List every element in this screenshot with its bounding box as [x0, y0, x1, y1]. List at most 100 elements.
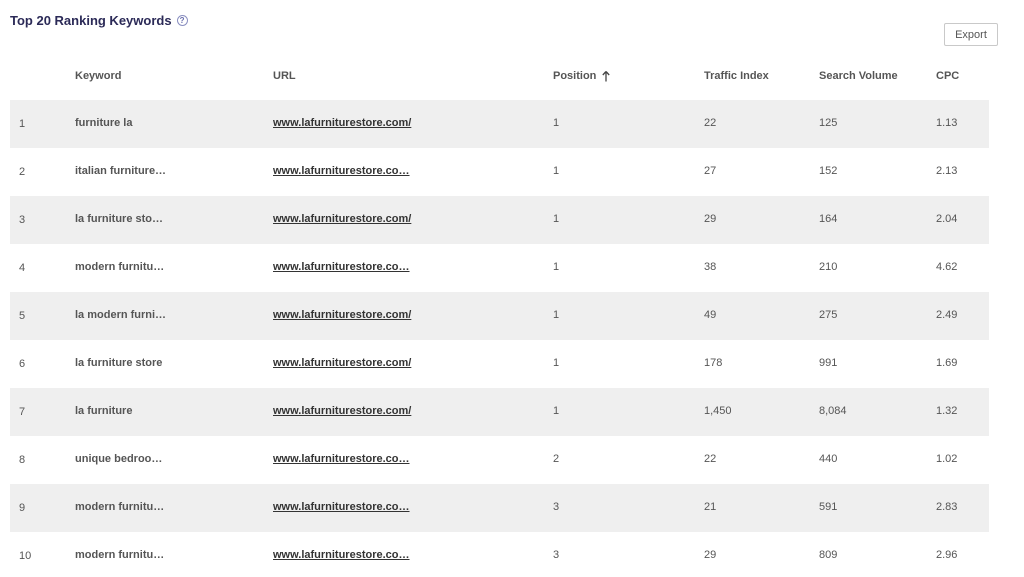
position-cell: 1 — [553, 357, 560, 369]
keyword-cell[interactable]: furniture la — [75, 117, 132, 129]
position-cell: 1 — [553, 213, 560, 225]
keyword-cell[interactable]: italian furniture… — [75, 165, 166, 177]
row-number: 6 — [19, 358, 26, 370]
table-row: 4 modern furnitu… www.lafurniturestore.co…… — [10, 244, 989, 292]
cpc-cell: 1.13 — [936, 117, 958, 129]
row-number: 9 — [19, 502, 26, 514]
table-row: 2 italian furniture… www.lafurniturestore.… — [10, 148, 989, 196]
search-volume-cell: 8,084 — [819, 405, 847, 417]
row-number: 1 — [19, 118, 26, 130]
keyword-cell[interactable]: modern furnitu… — [75, 501, 164, 513]
position-cell: 3 — [553, 501, 560, 513]
position-cell: 3 — [553, 549, 560, 561]
url-cell[interactable]: www.lafurniturestore.co… — [273, 501, 410, 513]
row-number: 4 — [19, 262, 26, 274]
column-header-keyword[interactable]: Keyword — [75, 70, 121, 82]
url-link[interactable]: www.lafurniturestore.co… — [273, 501, 410, 513]
search-volume-cell: 152 — [819, 165, 838, 177]
url-cell[interactable]: www.lafurniturestore.com/ — [273, 117, 411, 129]
search-volume-cell: 210 — [819, 261, 838, 273]
export-button[interactable]: Export — [944, 23, 998, 46]
page-title: Top 20 Ranking Keywords ? — [10, 13, 188, 28]
keyword-cell[interactable]: la furniture store — [75, 357, 162, 369]
search-volume-cell: 440 — [819, 453, 838, 465]
position-cell: 1 — [553, 261, 560, 273]
cpc-cell: 2.83 — [936, 501, 958, 513]
column-header-traffic-index[interactable]: Traffic Index — [704, 70, 769, 82]
keyword-cell[interactable]: la modern furni… — [75, 309, 166, 321]
cpc-cell: 1.02 — [936, 453, 958, 465]
url-cell[interactable]: www.lafurniturestore.co… — [273, 165, 410, 177]
position-cell: 1 — [553, 309, 560, 321]
url-link[interactable]: www.lafurniturestore.com/ — [273, 213, 411, 225]
page-title-text: Top 20 Ranking Keywords — [10, 13, 172, 28]
table-row: 8 unique bedroo… www.lafurniturestore.co… 2… — [10, 436, 989, 484]
traffic-index-cell: 1,450 — [704, 405, 732, 417]
url-link[interactable]: www.lafurniturestore.co… — [273, 453, 410, 465]
search-volume-cell: 125 — [819, 117, 838, 129]
row-number: 3 — [19, 214, 26, 226]
row-number: 5 — [19, 310, 26, 322]
position-cell: 1 — [553, 117, 560, 129]
url-cell[interactable]: www.lafurniturestore.com/ — [273, 309, 411, 321]
keyword-cell[interactable]: unique bedroo… — [75, 453, 162, 465]
url-cell[interactable]: www.lafurniturestore.co… — [273, 261, 410, 273]
column-header-search-volume[interactable]: Search Volume — [819, 70, 898, 82]
cpc-cell: 4.62 — [936, 261, 958, 273]
position-cell: 1 — [553, 165, 560, 177]
traffic-index-cell: 22 — [704, 453, 717, 465]
url-cell[interactable]: www.lafurniturestore.co… — [273, 549, 410, 561]
position-cell: 2 — [553, 453, 560, 465]
cpc-cell: 2.49 — [936, 309, 958, 321]
traffic-index-cell: 29 — [704, 549, 717, 561]
traffic-index-cell: 178 — [704, 357, 723, 369]
traffic-index-cell: 49 — [704, 309, 717, 321]
column-header-position-label: Position — [553, 70, 597, 82]
url-cell[interactable]: www.lafurniturestore.com/ — [273, 405, 411, 417]
url-link[interactable]: www.lafurniturestore.com/ — [273, 309, 411, 321]
column-header-cpc[interactable]: CPC — [936, 70, 959, 82]
table-body: 1 furniture la www.lafurniturestore.com/1 2… — [10, 100, 989, 577]
url-cell[interactable]: www.lafurniturestore.com/ — [273, 357, 411, 369]
row-number: 2 — [19, 166, 26, 178]
traffic-index-cell: 38 — [704, 261, 717, 273]
traffic-index-cell: 22 — [704, 117, 717, 129]
table-row: 3 la furniture sto… www.lafurniturestore.c… — [10, 196, 989, 244]
keywords-table: Keyword URL Position Traffic Index Searc… — [10, 53, 989, 577]
table-header: Keyword URL Position Traffic Index Searc… — [10, 53, 989, 100]
url-cell[interactable]: www.lafurniturestore.co… — [273, 453, 410, 465]
table-row: 10 modern furnitu… www.lafurniturestore.co… — [10, 532, 989, 577]
keyword-cell[interactable]: modern furnitu… — [75, 549, 164, 561]
cpc-cell: 2.04 — [936, 213, 958, 225]
url-link[interactable]: www.lafurniturestore.co… — [273, 549, 410, 561]
url-link[interactable]: www.lafurniturestore.com/ — [273, 357, 411, 369]
table-row: 5 la modern furni… www.lafurniturestore.co… — [10, 292, 989, 340]
url-link[interactable]: www.lafurniturestore.com/ — [273, 117, 411, 129]
keyword-cell[interactable]: modern furnitu… — [75, 261, 164, 273]
search-volume-cell: 275 — [819, 309, 838, 321]
cpc-cell: 1.32 — [936, 405, 958, 417]
column-header-position[interactable]: Position — [553, 70, 611, 82]
table-row: 7 la furniture www.lafurniturestore.com/1 1… — [10, 388, 989, 436]
column-header-url[interactable]: URL — [273, 70, 296, 82]
cpc-cell: 2.13 — [936, 165, 958, 177]
position-cell: 1 — [553, 405, 560, 417]
traffic-index-cell: 21 — [704, 501, 717, 513]
help-icon[interactable]: ? — [176, 15, 188, 26]
url-link[interactable]: www.lafurniturestore.co… — [273, 261, 410, 273]
row-number: 7 — [19, 406, 26, 418]
search-volume-cell: 809 — [819, 549, 838, 561]
table-row: 6 la furniture store www.lafurniturestore.… — [10, 340, 989, 388]
keyword-cell[interactable]: la furniture — [75, 405, 132, 417]
cpc-cell: 2.96 — [936, 549, 958, 561]
keyword-cell[interactable]: la furniture sto… — [75, 213, 163, 225]
url-link[interactable]: www.lafurniturestore.co… — [273, 165, 410, 177]
traffic-index-cell: 29 — [704, 213, 717, 225]
arrow-up-icon — [602, 70, 611, 81]
url-cell[interactable]: www.lafurniturestore.com/ — [273, 213, 411, 225]
table-row: 9 modern furnitu… www.lafurniturestore.co…… — [10, 484, 989, 532]
search-volume-cell: 164 — [819, 213, 838, 225]
search-volume-cell: 591 — [819, 501, 838, 513]
url-link[interactable]: www.lafurniturestore.com/ — [273, 405, 411, 417]
traffic-index-cell: 27 — [704, 165, 717, 177]
